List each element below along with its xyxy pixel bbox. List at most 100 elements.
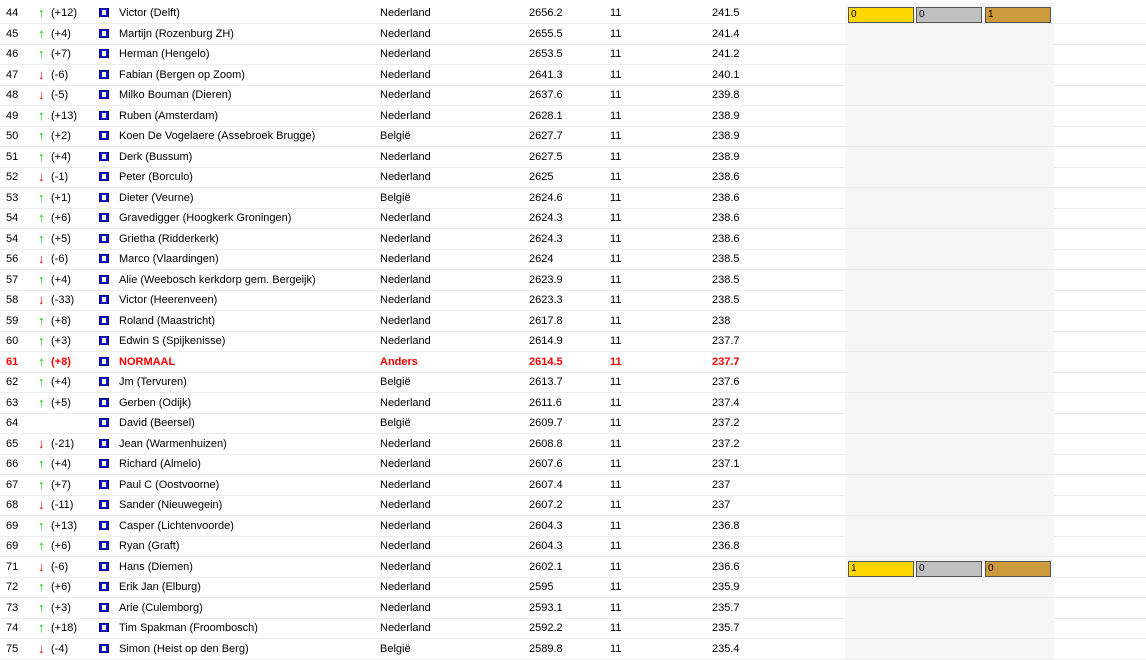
rating-cell: 2625 <box>529 171 554 183</box>
rank-change: (+4) <box>51 273 71 286</box>
medals-cell <box>845 126 1054 146</box>
average-cell: 238.6 <box>712 171 740 183</box>
medals-cell <box>845 638 1054 659</box>
player-name[interactable]: Dieter (Veurne) <box>119 188 194 208</box>
player-name[interactable]: Sander (Nieuwegein) <box>119 495 222 515</box>
player-name[interactable]: Koen De Vogelaere (Assebroek Brugge) <box>119 126 315 146</box>
medals-cell <box>845 208 1054 228</box>
average-cell: 237.7 <box>712 335 740 347</box>
average-cell: 237.2 <box>712 417 740 429</box>
down-arrow-icon: ↓ <box>38 169 45 184</box>
country-cell: Nederland <box>380 622 431 634</box>
player-name[interactable]: Peter (Borculo) <box>119 167 193 187</box>
player-name[interactable]: Jm (Tervuren) <box>119 372 187 392</box>
player-name[interactable]: Simon (Heist op den Berg) <box>119 639 249 659</box>
flag-icon <box>99 90 109 99</box>
player-name[interactable]: Richard (Almelo) <box>119 454 201 474</box>
rating-cell: 2604.3 <box>529 519 563 532</box>
player-name[interactable]: Jean (Warmenhuizen) <box>119 434 227 454</box>
medals-cell <box>845 618 1054 638</box>
games-cell: 11 <box>610 478 622 491</box>
rating-cell: 2602.1 <box>529 560 563 573</box>
rank-change: (-6) <box>51 560 69 573</box>
rank-cell: 73 <box>6 601 19 614</box>
games-cell: 11 <box>610 581 622 593</box>
flag-icon <box>99 151 109 161</box>
games-cell: 11 <box>610 232 622 245</box>
table-row: 74 ↑ (+18) Tim Spakman (Froombosch) Nederlan… <box>0 618 1146 639</box>
player-name[interactable]: Herman (Hengelo) <box>119 44 209 64</box>
player-name[interactable]: Grietha (Ridderkerk) <box>119 229 219 249</box>
player-name[interactable]: Edwin S (Spijkenisse) <box>119 331 225 351</box>
player-name[interactable]: Paul C (Oostvoorne) <box>119 475 219 495</box>
player-name[interactable]: Marco (Vlaardingen) <box>119 249 219 269</box>
medals-cell <box>845 167 1054 187</box>
flag-icon <box>99 49 109 58</box>
table-row: 46 ↑ (+7) Herman (Hengelo) Nederland 2653.5 11… <box>0 44 1146 65</box>
average-cell: 241.4 <box>712 27 740 40</box>
rating-cell: 2617.8 <box>529 314 563 327</box>
player-name[interactable]: Milko Bouman (Dieren) <box>119 85 231 105</box>
table-row: 54 ↑ (+5) Grietha (Ridderkerk) Nederland 2624… <box>0 228 1146 250</box>
player-name[interactable]: Alie (Weebosch kerkdorp gem. Bergeijk) <box>119 270 316 290</box>
rank-change: (-6) <box>51 68 69 81</box>
player-name[interactable]: Tim Spakman (Froombosch) <box>119 618 258 638</box>
player-name[interactable]: Hans (Diemen) <box>119 557 193 577</box>
player-name[interactable]: Gravedigger (Hoogkerk Groningen) <box>119 208 291 228</box>
rank-change: (+6) <box>51 212 71 224</box>
flag-icon <box>99 397 109 407</box>
rank-cell: 44 <box>6 7 19 19</box>
medals-cell <box>845 64 1054 85</box>
player-name[interactable]: Arie (Culemborg) <box>119 598 203 618</box>
table-row: 65 ↓ (-21) Jean (Warmenhuizen) Nederland 2608… <box>0 433 1146 455</box>
table-row: 47 ↓ (-6) Fabian (Bergen op Zoom) Nederland 2… <box>0 64 1146 86</box>
games-cell: 11 <box>610 294 622 306</box>
average-cell: 237 <box>712 499 731 511</box>
rank-cell: 46 <box>6 48 19 60</box>
medals-cell <box>845 228 1054 249</box>
gold-medal-count: 0 <box>848 7 914 23</box>
average-cell: 235.9 <box>712 581 740 593</box>
player-name[interactable]: Ryan (Graft) <box>119 536 180 556</box>
player-name[interactable]: Casper (Lichtenvoorde) <box>119 516 234 536</box>
games-cell: 11 <box>610 355 622 368</box>
table-row: 73 ↑ (+3) Arie (Culemborg) Nederland 2593.1 11… <box>0 597 1146 619</box>
games-cell: 11 <box>610 601 622 614</box>
country-cell: Nederland <box>380 109 431 122</box>
games-cell: 11 <box>610 499 622 511</box>
rank-cell: 52 <box>6 171 19 183</box>
table-row: 58 ↓ (-33) Victor (Heerenveen) Nederland 2623… <box>0 290 1146 311</box>
medals-cell <box>845 372 1054 392</box>
rank-cell: 67 <box>6 478 19 491</box>
rank-change: (+1) <box>51 191 71 204</box>
table-row: 52 ↓ (-1) Peter (Borculo) Nederland 2625 11 238… <box>0 167 1146 188</box>
player-name[interactable]: Derk (Bussum) <box>119 147 192 167</box>
up-arrow-icon: ↑ <box>38 517 45 533</box>
player-name[interactable]: Gerben (Odijk) <box>119 393 191 413</box>
player-name[interactable]: Roland (Maastricht) <box>119 311 215 331</box>
player-name[interactable]: Erik Jan (Elburg) <box>119 577 201 597</box>
player-name[interactable]: Ruben (Amsterdam) <box>119 106 218 126</box>
games-cell: 11 <box>610 150 622 163</box>
table-row: 48 ↓ (-5) Milko Bouman (Dieren) Nederland 263… <box>0 85 1146 106</box>
country-cell: België <box>380 417 411 429</box>
games-cell: 11 <box>610 437 622 450</box>
player-name[interactable]: Victor (Heerenveen) <box>119 290 217 310</box>
player-name[interactable]: NORMAAL <box>119 352 175 372</box>
medals-cell <box>845 105 1054 126</box>
up-arrow-icon: ↑ <box>38 128 45 143</box>
rank-change: (+6) <box>51 581 71 593</box>
average-cell: 241.2 <box>712 48 740 60</box>
player-name[interactable]: Victor (Delft) <box>119 3 180 23</box>
games-cell: 11 <box>610 540 622 552</box>
rank-change: (+7) <box>51 478 71 491</box>
flag-icon <box>99 8 109 17</box>
games-cell: 11 <box>610 314 622 327</box>
rank-cell: 48 <box>6 89 19 101</box>
player-name[interactable]: Martijn (Rozenburg ZH) <box>119 24 234 44</box>
country-cell: Nederland <box>380 294 431 306</box>
down-arrow-icon: ↓ <box>38 640 45 656</box>
player-name[interactable]: Fabian (Bergen op Zoom) <box>119 65 245 85</box>
player-name[interactable]: David (Beersel) <box>119 413 195 433</box>
flag-icon <box>99 254 109 263</box>
